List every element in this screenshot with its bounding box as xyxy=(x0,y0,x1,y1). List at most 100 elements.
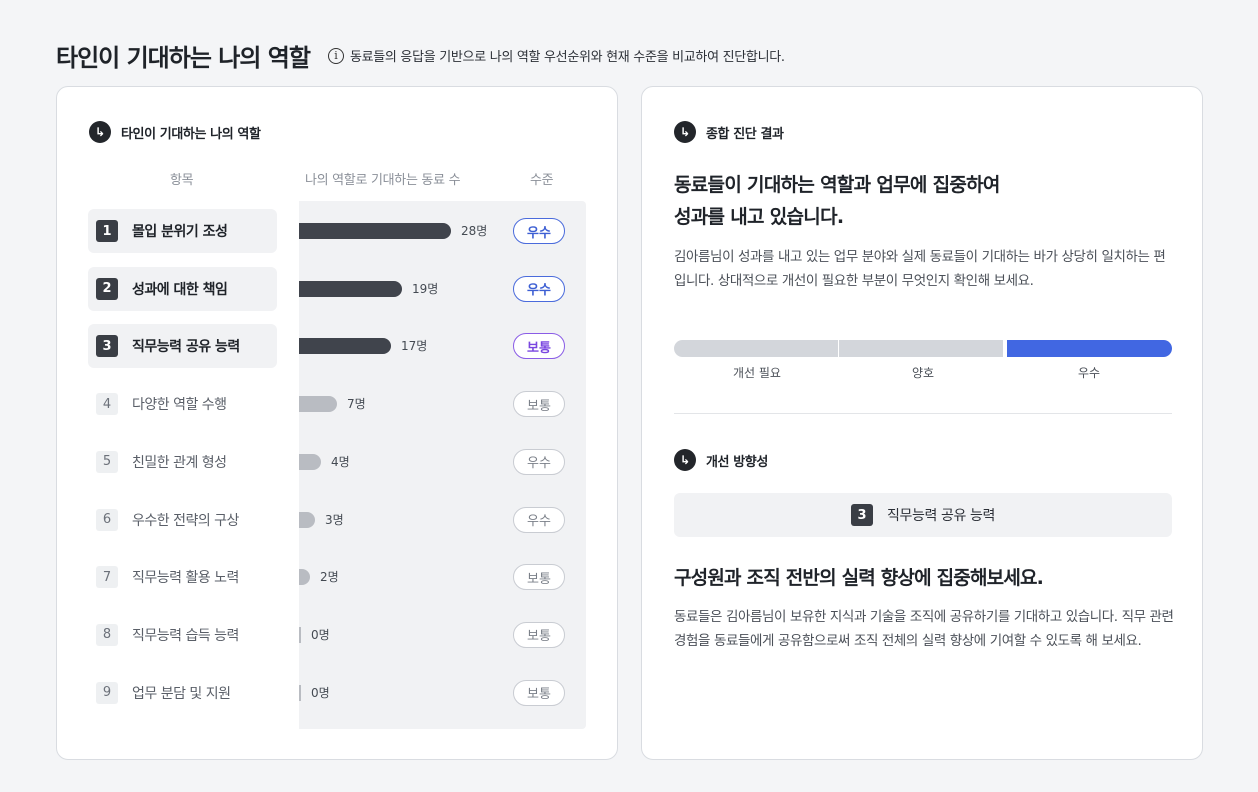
role-label: 우수한 전략의 구상 xyxy=(132,512,239,529)
role-number: 9 xyxy=(96,681,118,704)
role-label: 직무능력 활용 노력 xyxy=(132,570,239,587)
result-headline: 동료들이 기대하는 역할과 업무에 집중하여 성과를 내고 있습니다. xyxy=(674,169,1174,233)
role-item: 8 직무능력 습득 능력 xyxy=(88,612,277,657)
role-number: 3 xyxy=(96,335,118,358)
role-number: 2 xyxy=(96,277,118,300)
role-row: 3명 6 우수한 전략의 구상 우수 xyxy=(57,497,617,542)
count-label: 0명 xyxy=(311,627,330,642)
level-badge: 우수 xyxy=(513,275,565,302)
role-row: 0명 9 업무 분담 및 지원 보통 xyxy=(57,670,617,715)
role-item: 5 친밀한 관계 형성 xyxy=(88,439,277,484)
role-label: 업무 분담 및 지원 xyxy=(132,685,231,702)
result-headline-line1: 동료들이 기대하는 역할과 업무에 집중하여 xyxy=(674,174,1000,196)
role-row: 4명 5 친밀한 관계 형성 우수 xyxy=(57,439,617,484)
role-row: 28명 1 몰입 분위기 조성 우수 xyxy=(57,209,617,253)
role-number: 6 xyxy=(96,508,118,531)
role-number: 4 xyxy=(96,393,118,416)
scale-label: 양호 xyxy=(911,366,935,380)
count-bar xyxy=(299,396,337,413)
count-label: 7명 xyxy=(347,397,366,412)
focus-item: 3 직무능력 공유 능력 xyxy=(674,493,1172,537)
role-label: 다양한 역할 수행 xyxy=(132,397,227,414)
level-badge: 보통 xyxy=(513,679,565,706)
info-text: 동료들의 응답을 기반으로 나의 역할 우선순위와 현재 수준을 비교하여 진단… xyxy=(349,50,785,65)
divider xyxy=(674,413,1172,414)
role-label: 친밀한 관계 형성 xyxy=(132,454,227,471)
arrow-return-icon: ↳ xyxy=(674,121,696,143)
count-bar xyxy=(299,511,315,528)
count-bar xyxy=(299,280,402,297)
scale-segment-excellent xyxy=(1007,340,1172,357)
focus-item-number: 3 xyxy=(851,504,874,526)
improvement-header: ↳ 개선 방향성 xyxy=(674,449,768,471)
scale-label: 개선 필요 xyxy=(733,366,781,380)
scale-segment-good xyxy=(839,340,1003,357)
page-header: 타인이 기대하는 나의 역할 i 동료들의 응답을 기반으로 나의 역할 우선순… xyxy=(56,38,785,73)
role-item: 4 다양한 역할 수행 xyxy=(88,382,277,427)
role-number: 7 xyxy=(96,566,118,589)
diagnosis-card: ↳ 종합 진단 결과 동료들이 기대하는 역할과 업무에 집중하여 성과를 내고… xyxy=(641,86,1203,760)
level-badge: 우수 xyxy=(513,218,565,244)
level-badge: 보통 xyxy=(513,564,565,591)
role-number: 5 xyxy=(96,450,118,473)
focus-item-label: 직무능력 공유 능력 xyxy=(887,508,995,524)
count-bar xyxy=(299,453,321,470)
role-row: 7명 4 다양한 역할 수행 보통 xyxy=(57,382,617,427)
section-title: 타인이 기대하는 나의 역할 xyxy=(121,126,261,142)
role-item: 3 직무능력 공유 능력 xyxy=(88,324,277,369)
section-title: 개선 방향성 xyxy=(706,454,768,470)
count-label: 28명 xyxy=(461,224,488,238)
role-item: 2 성과에 대한 책임 xyxy=(88,266,277,311)
result-description: 김아름님이 성과를 내고 있는 업무 분야와 실제 동료들이 기대하는 바가 상… xyxy=(674,249,1166,289)
role-item: 9 업무 분담 및 지원 xyxy=(88,670,277,715)
level-scale xyxy=(674,340,1172,357)
column-header-count: 나의 역할로 기대하는 동료 수 xyxy=(305,173,461,188)
count-label: 4명 xyxy=(331,454,350,469)
scale-segment-needs-improvement xyxy=(674,340,838,357)
role-label: 직무능력 습득 능력 xyxy=(132,627,239,644)
column-header-level: 수준 xyxy=(530,173,554,188)
level-badge: 우수 xyxy=(513,506,565,533)
count-bar xyxy=(299,223,451,239)
count-label: 2명 xyxy=(320,570,339,585)
info-icon[interactable]: i xyxy=(327,47,344,64)
count-label: 0명 xyxy=(311,685,330,700)
count-label: 3명 xyxy=(325,512,344,527)
info-row: i 동료들의 응답을 기반으로 나의 역할 우선순위와 현재 수준을 비교하여 … xyxy=(327,46,785,65)
level-badge: 우수 xyxy=(513,448,565,475)
role-number: 1 xyxy=(96,220,118,242)
count-label: 17명 xyxy=(401,339,428,354)
role-row: 2명 7 직무능력 활용 노력 보통 xyxy=(57,555,617,600)
role-row: 0명 8 직무능력 습득 능력 보통 xyxy=(57,612,617,657)
page-title: 타인이 기대하는 나의 역할 xyxy=(56,44,311,72)
scale-label: 우수 xyxy=(1077,366,1101,380)
arrow-return-icon: ↳ xyxy=(89,121,111,143)
role-label: 직무능력 공유 능력 xyxy=(132,339,240,356)
level-badge: 보통 xyxy=(513,333,565,360)
count-bar xyxy=(299,684,301,701)
role-label: 성과에 대한 책임 xyxy=(132,281,228,298)
diagnosis-header: ↳ 종합 진단 결과 xyxy=(674,121,784,143)
role-item: 6 우수한 전략의 구상 xyxy=(88,497,277,542)
level-badge: 보통 xyxy=(513,621,565,648)
improvement-headline: 구성원과 조직 전반의 실력 향상에 집중해보세요. xyxy=(674,567,1044,589)
role-row: 17명 3 직무능력 공유 능력 보통 xyxy=(57,324,617,369)
level-badge: 보통 xyxy=(513,391,565,418)
expected-roles-header: ↳ 타인이 기대하는 나의 역할 xyxy=(89,121,261,143)
count-bar xyxy=(299,338,391,355)
role-item: 7 직무능력 활용 노력 xyxy=(88,555,277,600)
count-label: 19명 xyxy=(412,281,439,296)
result-headline-line2: 성과를 내고 있습니다. xyxy=(674,206,844,228)
arrow-return-icon: ↳ xyxy=(674,449,696,471)
column-header-item: 항목 xyxy=(170,173,194,188)
section-title: 종합 진단 결과 xyxy=(706,126,784,142)
expected-roles-card: ↳ 타인이 기대하는 나의 역할 항목 나의 역할로 기대하는 동료 수 수준 … xyxy=(56,86,618,760)
role-item: 1 몰입 분위기 조성 xyxy=(88,209,277,253)
role-label: 몰입 분위기 조성 xyxy=(132,224,228,240)
scale-labels: 개선 필요 양호 우수 xyxy=(674,364,1172,381)
role-row: 19명 2 성과에 대한 책임 우수 xyxy=(57,266,617,311)
improvement-description: 동료들은 김아름님이 보유한 지식과 기술을 조직에 공유하기를 기대하고 있습… xyxy=(674,609,1174,649)
count-bar xyxy=(299,626,301,643)
count-bar xyxy=(299,569,310,586)
role-number: 8 xyxy=(96,623,118,646)
